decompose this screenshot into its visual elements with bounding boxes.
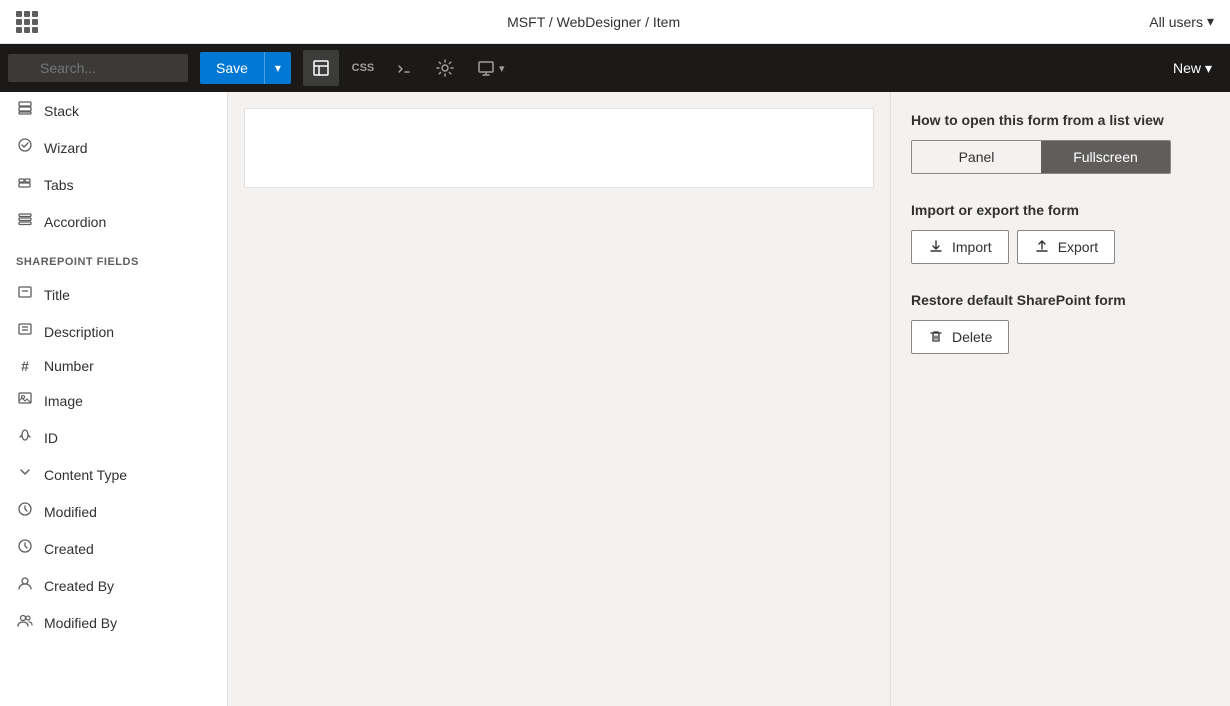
restore-section: Restore default SharePoint form Delete [911, 292, 1210, 354]
search-container: 🔍 [8, 54, 188, 82]
all-users-dropdown[interactable]: All users ▾ [1149, 13, 1214, 30]
sidebar-item-id[interactable]: ID [0, 419, 227, 456]
title-label: Title [44, 287, 70, 303]
export-button[interactable]: Export [1017, 230, 1115, 264]
export-label: Export [1058, 239, 1098, 255]
sidebar-item-wizard[interactable]: Wizard [0, 129, 227, 166]
content-type-icon [16, 464, 34, 485]
import-export-btn-group: Import Export [911, 230, 1210, 264]
sharepoint-fields-section: SHAREPOINT FIELDS [0, 240, 227, 276]
title-icon [16, 284, 34, 305]
chevron-down-icon: ▾ [1207, 13, 1214, 30]
trash-icon [928, 329, 944, 345]
save-button[interactable]: Save [200, 52, 264, 84]
toolbar: 🔍 Save ▾ CSS ▾ [0, 44, 1230, 92]
sidebar-item-modified-by[interactable]: Modified By [0, 604, 227, 641]
tabs-label: Tabs [44, 177, 74, 193]
open-form-section: How to open this form from a list view P… [911, 112, 1210, 174]
import-button[interactable]: Import [911, 230, 1009, 264]
export-icon [1034, 239, 1050, 255]
sidebar-item-description[interactable]: Description [0, 313, 227, 350]
stack-icon [16, 100, 34, 121]
import-icon [928, 239, 944, 255]
description-icon [16, 321, 34, 342]
modified-by-icon [16, 612, 34, 633]
stack-label: Stack [44, 103, 79, 119]
preview-icon [477, 59, 495, 77]
save-chevron-icon: ▾ [275, 61, 281, 75]
canvas-area [228, 92, 890, 706]
import-export-section: Import or export the form Import Export [911, 202, 1210, 264]
top-bar-left [16, 11, 38, 33]
sidebar-item-tabs[interactable]: Tabs [0, 166, 227, 203]
main-layout: Stack Wizard Tabs Accordion SHAREPOINT F… [0, 92, 1230, 706]
sidebar-item-stack[interactable]: Stack [0, 92, 227, 129]
new-label: New [1173, 60, 1201, 76]
number-icon: # [16, 358, 34, 374]
sidebar-item-image[interactable]: Image [0, 382, 227, 419]
preview-button[interactable]: ▾ [467, 53, 515, 83]
import-export-title: Import or export the form [911, 202, 1210, 218]
preview-chevron-icon: ▾ [499, 62, 505, 75]
sidebar-item-created[interactable]: Created [0, 530, 227, 567]
css-icon: CSS [352, 62, 375, 74]
js-button[interactable] [387, 50, 423, 86]
image-icon [16, 390, 34, 411]
open-form-title: How to open this form from a list view [911, 112, 1210, 128]
all-users-label: All users [1149, 14, 1203, 30]
right-panel: How to open this form from a list view P… [890, 92, 1230, 706]
save-button-group: Save ▾ [200, 52, 291, 84]
id-label: ID [44, 430, 58, 446]
js-icon-svg [395, 58, 415, 78]
top-bar: MSFT / WebDesigner / Item All users ▾ [0, 0, 1230, 44]
modified-icon [16, 501, 34, 522]
wizard-icon [16, 137, 34, 158]
modified-by-label: Modified By [44, 615, 117, 631]
accordion-icon [16, 211, 34, 232]
number-label: Number [44, 358, 94, 374]
sidebar-item-title[interactable]: Title [0, 276, 227, 313]
no-code-svg-icon [311, 58, 331, 78]
new-button[interactable]: New ▾ [1163, 54, 1222, 83]
form-open-options: Panel Fullscreen [911, 140, 1171, 174]
breadcrumb: MSFT / WebDesigner / Item [507, 14, 680, 30]
no-code-icon-button[interactable] [303, 50, 339, 86]
grid-icon[interactable] [16, 11, 38, 33]
import-label: Import [952, 239, 992, 255]
content-type-label: Content Type [44, 467, 127, 483]
canvas-inner [244, 108, 874, 188]
settings-button[interactable] [427, 50, 463, 86]
created-by-icon [16, 575, 34, 596]
sidebar-item-modified[interactable]: Modified [0, 493, 227, 530]
search-input[interactable] [8, 54, 188, 82]
settings-icon [436, 59, 454, 77]
id-icon [16, 427, 34, 448]
created-icon [16, 538, 34, 559]
delete-label: Delete [952, 329, 992, 345]
sidebar-item-number[interactable]: # Number [0, 350, 227, 382]
new-chevron-icon: ▾ [1205, 60, 1212, 77]
sidebar-item-content-type[interactable]: Content Type [0, 456, 227, 493]
save-dropdown-button[interactable]: ▾ [264, 52, 291, 84]
accordion-label: Accordion [44, 214, 106, 230]
delete-button[interactable]: Delete [911, 320, 1009, 354]
description-label: Description [44, 324, 114, 340]
tabs-icon [16, 174, 34, 195]
restore-title: Restore default SharePoint form [911, 292, 1210, 308]
created-label: Created [44, 541, 94, 557]
created-by-label: Created By [44, 578, 114, 594]
fullscreen-button[interactable]: Fullscreen [1041, 141, 1170, 173]
modified-label: Modified [44, 504, 97, 520]
sidebar: Stack Wizard Tabs Accordion SHAREPOINT F… [0, 92, 228, 706]
wizard-label: Wizard [44, 140, 88, 156]
sidebar-item-created-by[interactable]: Created By [0, 567, 227, 604]
panel-button[interactable]: Panel [912, 141, 1041, 173]
image-label: Image [44, 393, 83, 409]
sidebar-item-accordion[interactable]: Accordion [0, 203, 227, 240]
css-button[interactable]: CSS [343, 50, 383, 86]
